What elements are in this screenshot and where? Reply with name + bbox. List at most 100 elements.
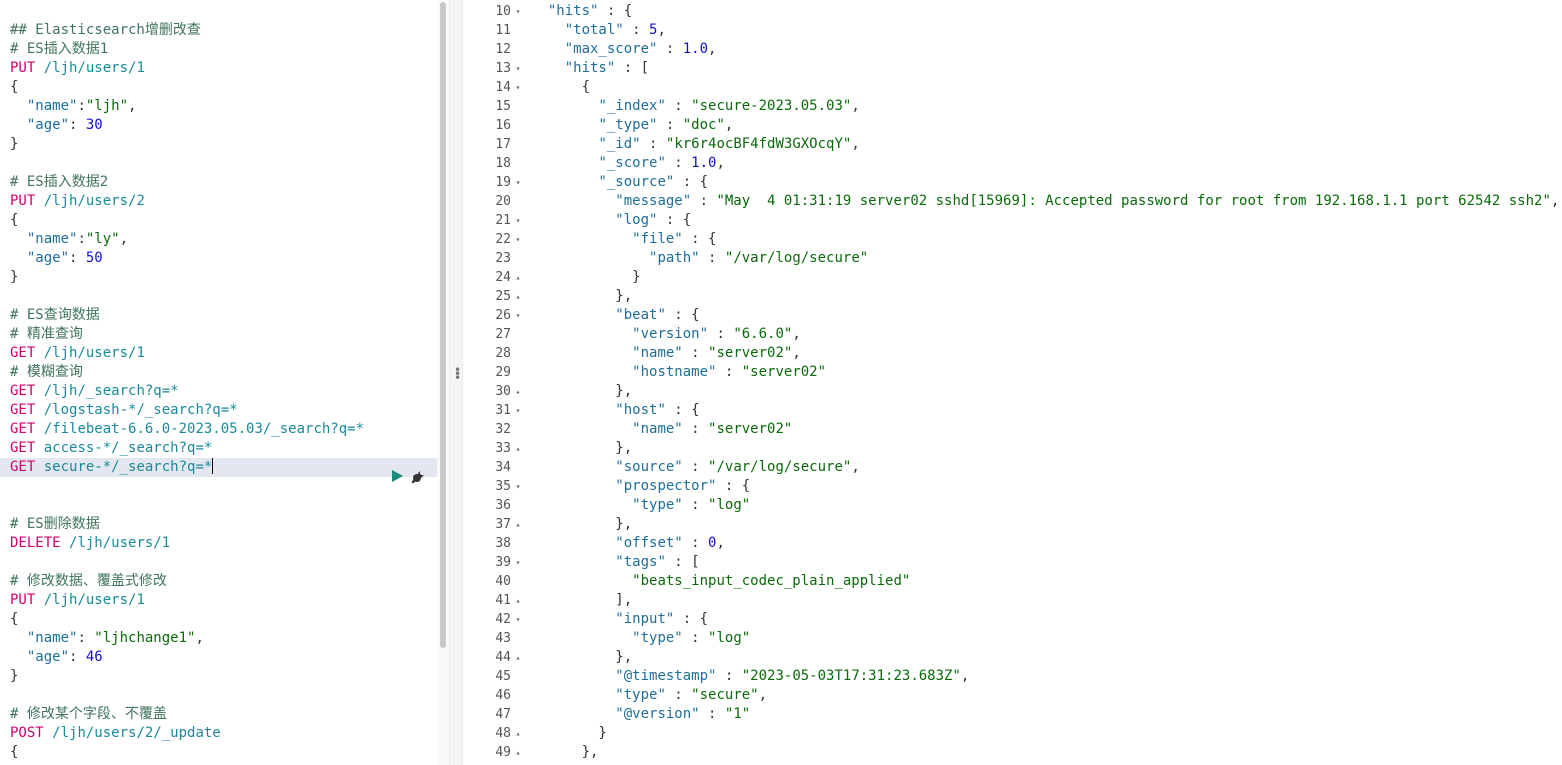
- editor-line[interactable]: [0, 477, 437, 496]
- editor-line[interactable]: "name":"ljh",: [0, 97, 437, 116]
- fold-expand-icon[interactable]: ▾: [513, 610, 523, 629]
- response-line: 23 "path" : "/var/log/secure": [463, 249, 1562, 268]
- editor-line[interactable]: [0, 287, 437, 306]
- fold-collapse-icon[interactable]: ▴: [513, 268, 523, 287]
- editor-line[interactable]: }: [0, 667, 437, 686]
- response-viewer[interactable]: 10 ▾ "hits" : {11 "total" : 5, 12 "max_sco…: [463, 0, 1562, 765]
- response-line: 38 "offset" : 0,: [463, 534, 1562, 553]
- editor-line[interactable]: {: [0, 610, 437, 629]
- fold-expand-icon[interactable]: ▾: [513, 230, 523, 249]
- response-line: 37 ▴ },: [463, 515, 1562, 534]
- editor-line[interactable]: # 精准查询: [0, 325, 437, 344]
- fold-expand-icon[interactable]: ▾: [513, 59, 523, 78]
- fold-collapse-icon[interactable]: ▴: [513, 724, 523, 743]
- code-token: :: [716, 668, 742, 684]
- code-token: 50: [85, 250, 103, 266]
- editor-line[interactable]: [0, 2, 437, 21]
- line-number: 25: [495, 289, 511, 304]
- editor-line[interactable]: # 修改某个字段、不覆盖: [0, 705, 437, 724]
- editor-line[interactable]: {: [0, 743, 437, 762]
- play-icon[interactable]: [392, 469, 403, 482]
- request-editor-scrollbar[interactable]: [437, 0, 449, 765]
- response-line: 13 ▾ "hits" : [: [463, 59, 1562, 78]
- line-number: 24: [495, 270, 511, 285]
- code-token: "age": [26, 250, 70, 266]
- line-number: 20: [495, 194, 511, 209]
- active-request-line[interactable]: GET secure-*/_search?q=*: [0, 458, 437, 477]
- code-token: "doc": [682, 117, 725, 133]
- response-line: 46 "type" : "secure",: [463, 686, 1562, 705]
- code-token: access-*/_search?q=*: [43, 440, 213, 456]
- code-token: "ljh": [85, 98, 129, 114]
- fold-collapse-icon[interactable]: ▴: [513, 439, 523, 458]
- text-cursor: [212, 458, 214, 474]
- fold-expand-icon[interactable]: ▾: [513, 553, 523, 572]
- code-token: "hostname": [632, 364, 717, 380]
- editor-line[interactable]: {: [0, 211, 437, 230]
- code-token: "ly": [85, 231, 120, 247]
- response-line: 10 ▾ "hits" : {: [463, 2, 1562, 21]
- fold-expand-icon[interactable]: ▾: [513, 401, 523, 420]
- fold-expand-icon[interactable]: ▾: [513, 173, 523, 192]
- editor-line[interactable]: "name":"ly",: [0, 230, 437, 249]
- editor-line[interactable]: # ES查询数据: [0, 306, 437, 325]
- editor-line[interactable]: ## Elasticsearch增删改查: [0, 21, 437, 40]
- editor-line[interactable]: GET access-*/_search?q=*: [0, 439, 437, 458]
- editor-line[interactable]: GET /logstash-*/_search?q=*: [0, 401, 437, 420]
- editor-line[interactable]: "age": 30: [0, 116, 437, 135]
- fold-collapse-icon[interactable]: ▴: [513, 648, 523, 667]
- editor-line[interactable]: # 模糊查询: [0, 363, 437, 382]
- line-number: 40: [495, 574, 511, 589]
- editor-line[interactable]: DELETE /ljh/users/1: [0, 534, 437, 553]
- response-code: "host" : {: [531, 401, 1562, 420]
- editor-line[interactable]: [0, 686, 437, 705]
- editor-line[interactable]: [0, 496, 437, 515]
- code-token: "type": [615, 687, 666, 703]
- fold-collapse-icon[interactable]: ▴: [513, 743, 523, 762]
- fold-collapse-icon[interactable]: ▴: [513, 382, 523, 401]
- request-editor[interactable]: ## Elasticsearch增删改查 # ES插入数据1 PUT /ljh/us…: [0, 0, 437, 765]
- resize-grip-icon[interactable]: • • •: [454, 364, 461, 384]
- editor-line[interactable]: # 修改数据、覆盖式修改: [0, 572, 437, 591]
- editor-line[interactable]: # ES删除数据: [0, 515, 437, 534]
- response-line: 25 ▴ },: [463, 287, 1562, 306]
- editor-line[interactable]: }: [0, 268, 437, 287]
- editor-line[interactable]: "age": 46: [0, 648, 437, 667]
- wrench-icon[interactable]: [411, 468, 427, 484]
- code-token: "type": [632, 497, 683, 513]
- code-token: "beats_input_codec_plain_applied": [632, 573, 911, 589]
- fold-expand-icon[interactable]: ▾: [513, 211, 523, 230]
- response-line: 40 "beats_input_codec_plain_applied": [463, 572, 1562, 591]
- editor-line[interactable]: PUT /ljh/users/1: [0, 591, 437, 610]
- fold-collapse-icon[interactable]: ▴: [513, 287, 523, 306]
- code-token: },: [531, 383, 633, 399]
- editor-line[interactable]: "age": 50: [0, 249, 437, 268]
- fold-collapse-icon[interactable]: ▴: [513, 515, 523, 534]
- fold-expand-icon[interactable]: ▾: [513, 2, 523, 21]
- code-token: : {: [682, 231, 717, 247]
- editor-line[interactable]: GET /ljh/_search?q=*: [0, 382, 437, 401]
- editor-line[interactable]: POST /ljh/users/2/_update: [0, 724, 437, 743]
- pane-resizer[interactable]: • • •: [449, 0, 463, 765]
- editor-line[interactable]: GET /ljh/users/1: [0, 344, 437, 363]
- editor-line[interactable]: GET /filebeat-6.6.0-2023.05.03/_search?q…: [0, 420, 437, 439]
- fold-expand-icon[interactable]: ▾: [513, 477, 523, 496]
- editor-line[interactable]: PUT /ljh/users/1: [0, 59, 437, 78]
- editor-line[interactable]: "name": "ljhchange1",: [0, 629, 437, 648]
- editor-line[interactable]: # ES插入数据2: [0, 173, 437, 192]
- editor-line[interactable]: [0, 553, 437, 572]
- request-editor-lines[interactable]: ## Elasticsearch增删改查 # ES插入数据1 PUT /ljh/us…: [0, 2, 437, 762]
- fold-expand-icon[interactable]: ▾: [513, 306, 523, 325]
- editor-line[interactable]: PUT /ljh/users/2: [0, 192, 437, 211]
- editor-line[interactable]: [0, 154, 437, 173]
- fold-expand-icon[interactable]: ▾: [513, 78, 523, 97]
- scrollbar-thumb[interactable]: [440, 2, 446, 648]
- editor-line[interactable]: # ES插入数据1: [0, 40, 437, 59]
- response-line: 22 ▾ "file" : {: [463, 230, 1562, 249]
- editor-line[interactable]: {: [0, 78, 437, 97]
- editor-line[interactable]: }: [0, 135, 437, 154]
- fold-collapse-icon[interactable]: ▴: [513, 591, 523, 610]
